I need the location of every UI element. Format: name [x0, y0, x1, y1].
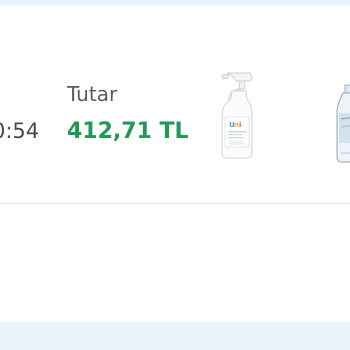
total-amount: 412,71 TL	[67, 119, 189, 144]
order-card[interactable]: 0:54 Tutar 412,71 TL U n i	[0, 5, 350, 322]
detergent-bottle-icon	[336, 84, 350, 163]
card-divider	[0, 203, 350, 204]
orders-page: 0:54 Tutar 412,71 TL U n i	[0, 0, 350, 350]
svg-text:i: i	[239, 121, 241, 129]
spray-bottle-icon: U n i	[221, 72, 253, 159]
order-time: 0:54	[0, 119, 40, 143]
total-label: Tutar	[67, 82, 118, 106]
